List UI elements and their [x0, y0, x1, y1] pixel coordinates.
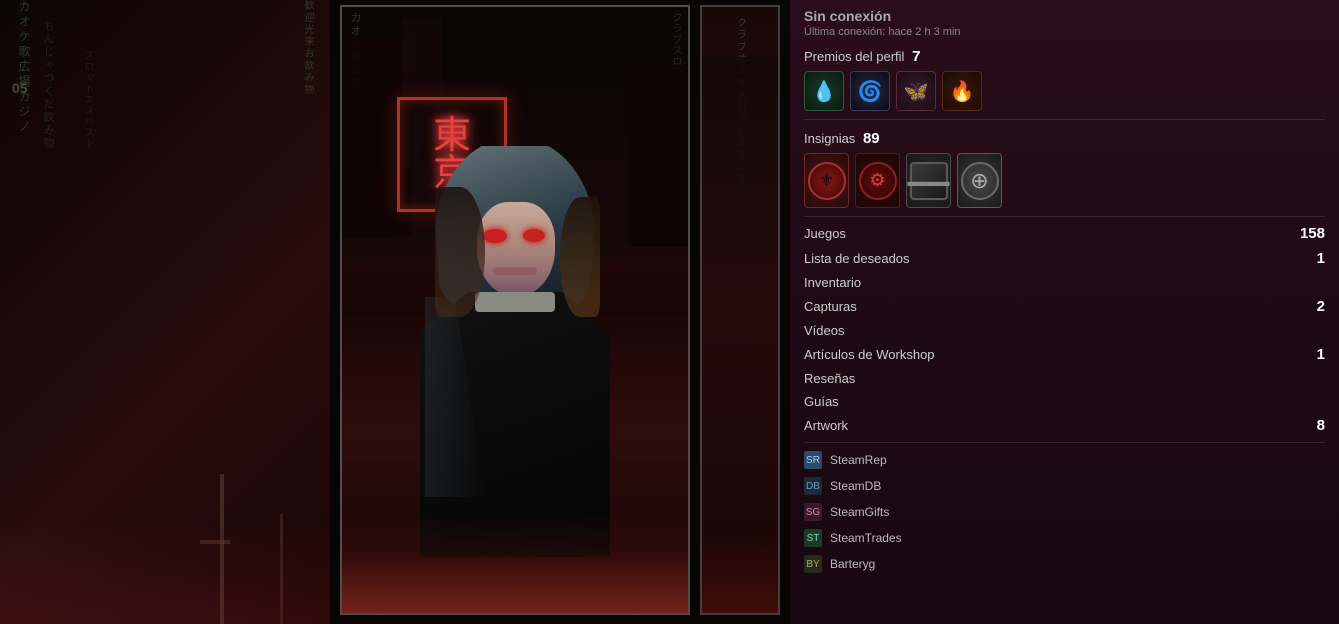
barteryg-label: Barteryg — [830, 557, 875, 571]
right-eye — [523, 229, 545, 242]
link-steamrep[interactable]: SR SteamRep — [804, 447, 1325, 473]
collar — [475, 292, 555, 312]
stat-wishlist-count: 1 — [1317, 250, 1325, 267]
stat-wishlist[interactable]: Lista de deseados 1 — [804, 246, 1325, 271]
stat-screenshots[interactable]: Capturas 2 — [804, 294, 1325, 319]
left-eye — [483, 229, 507, 243]
stat-videos[interactable]: Vídeos — [804, 319, 1325, 342]
bg-kanji-2: もんじゃつくだ飲み物 — [40, 20, 56, 150]
steamgifts-label: SteamGifts — [830, 505, 889, 519]
hair-left — [435, 187, 485, 317]
insignias-row: ⚜ ⚙ ▬▬▬ ⊕ — [804, 153, 1325, 208]
right-frame-background: クラブオーケスロットエスハスト — [702, 7, 778, 613]
face — [477, 202, 555, 297]
stat-artwork-count: 8 — [1317, 417, 1325, 434]
mouth — [493, 267, 537, 275]
stat-workshop[interactable]: Artículos de Workshop 1 — [804, 342, 1325, 367]
bg-kanji-3: 歓迎光来お飲み物 — [300, 0, 315, 96]
bg-number-1: 05 — [12, 80, 28, 96]
link-steamtrades[interactable]: ST SteamTrades — [804, 525, 1325, 551]
profile-rewards-header: Premios del perfil 7 — [804, 48, 1325, 65]
steamgifts-icon: SG — [804, 503, 822, 521]
link-steamdb[interactable]: DB SteamDB — [804, 473, 1325, 499]
status-section: Sin conexión Última conexión: hace 2 h 3… — [804, 8, 1325, 38]
stat-screenshots-count: 2 — [1317, 298, 1325, 315]
bg-kanji-4: スロットエスハスト — [80, 50, 95, 149]
divider-3 — [804, 442, 1325, 443]
center-panel: カオケ歌広場 クラブスロット 東京 — [330, 0, 790, 624]
bg-kanji-1: カオケ歌広場カジノ — [15, 0, 33, 135]
offline-status: Sin conexión — [804, 8, 1325, 24]
right-frame-buildings — [702, 57, 778, 257]
profile-rewards-label: Premios del perfil — [804, 49, 904, 64]
stat-artwork-label: Artwork — [804, 418, 1311, 433]
stat-wishlist-label: Lista de deseados — [804, 251, 1311, 266]
stat-artwork[interactable]: Artwork 8 — [804, 413, 1325, 438]
insignias-label: Insignias — [804, 131, 855, 146]
artwork-frame: カオケ歌広場 クラブスロット 東京 — [340, 5, 690, 615]
right-narrow-frame: クラブオーケスロットエスハスト — [700, 5, 780, 615]
divider-2 — [804, 216, 1325, 217]
stat-games[interactable]: Juegos 158 — [804, 221, 1325, 246]
artwork-background: カオケ歌広場 クラブスロット 東京 — [342, 7, 688, 613]
external-links-section: SR SteamRep DB SteamDB SG SteamGifts ST … — [804, 447, 1325, 577]
stat-games-label: Juegos — [804, 226, 1294, 241]
stat-screenshots-label: Capturas — [804, 299, 1311, 314]
mist — [342, 553, 688, 613]
stat-reviews-label: Reseñas — [804, 371, 1319, 386]
stat-guides-label: Guías — [804, 394, 1319, 409]
badge-swirl[interactable]: 🌀 — [850, 71, 890, 111]
left-background: カオケ歌広場カジノ もんじゃつくだ飲み物 歓迎光来お飲み物 スロットエスハスト … — [0, 0, 330, 624]
stat-videos-label: Vídeos — [804, 323, 1319, 338]
insignia-plus-icon: ⊕ — [961, 162, 999, 200]
right-sidebar: Sin conexión Última conexión: hace 2 h 3… — [790, 0, 1339, 624]
character — [415, 137, 615, 557]
last-seen-text: Última conexión: hace 2 h 3 min — [804, 26, 1325, 38]
insignia-red-seal[interactable]: ⚜ — [804, 153, 849, 208]
badge-drop[interactable]: 💧 — [804, 71, 844, 111]
stat-workshop-label: Artículos de Workshop — [804, 347, 1311, 362]
stat-workshop-count: 1 — [1317, 346, 1325, 363]
insignia-gray-bar[interactable]: ▬▬▬ — [906, 153, 951, 208]
steamdb-label: SteamDB — [830, 479, 881, 493]
stat-inventory[interactable]: Inventario — [804, 271, 1325, 294]
steamtrades-label: SteamTrades — [830, 531, 902, 545]
steamrep-label: SteamRep — [830, 453, 887, 467]
insignia-dark-icon: ⚙ — [859, 162, 897, 200]
insignias-header: Insignias 89 — [804, 130, 1325, 147]
insignia-red-icon: ⚜ — [808, 162, 846, 200]
building-right — [628, 67, 688, 247]
link-steamgifts[interactable]: SG SteamGifts — [804, 499, 1325, 525]
stat-games-count: 158 — [1300, 225, 1325, 242]
steamtrades-icon: ST — [804, 529, 822, 547]
insignia-dark-emblem[interactable]: ⚙ — [855, 153, 900, 208]
divider-1 — [804, 119, 1325, 120]
ground-glow — [0, 524, 330, 624]
badge-wings[interactable]: 🦋 — [896, 71, 936, 111]
stat-reviews[interactable]: Reseñas — [804, 367, 1325, 390]
stats-section: Juegos 158 Lista de deseados 1 Inventari… — [804, 221, 1325, 438]
insignias-count: 89 — [863, 130, 880, 147]
link-barteryg[interactable]: BY Barteryg — [804, 551, 1325, 577]
steamdb-icon: DB — [804, 477, 822, 495]
profile-rewards-count: 7 — [912, 48, 920, 65]
insignia-plus[interactable]: ⊕ — [957, 153, 1002, 208]
hair-right — [560, 197, 600, 317]
steamrep-icon: SR — [804, 451, 822, 469]
badges-row: 💧 🌀 🦋 🔥 — [804, 71, 1325, 111]
insignia-gray-icon: ▬▬▬ — [910, 162, 948, 200]
stat-guides[interactable]: Guías — [804, 390, 1325, 413]
badge-fire[interactable]: 🔥 — [942, 71, 982, 111]
right-frame-glow — [702, 533, 778, 613]
barteryg-icon: BY — [804, 555, 822, 573]
stat-inventory-label: Inventario — [804, 275, 1319, 290]
